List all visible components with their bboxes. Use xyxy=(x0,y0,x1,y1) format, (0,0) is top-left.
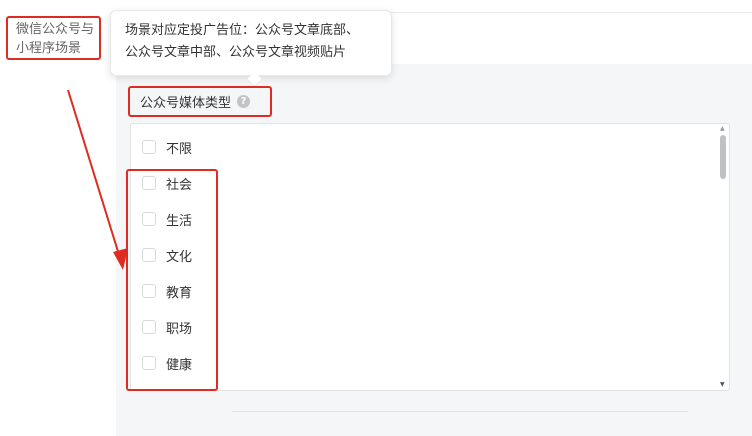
annotation-arrow xyxy=(67,89,128,270)
